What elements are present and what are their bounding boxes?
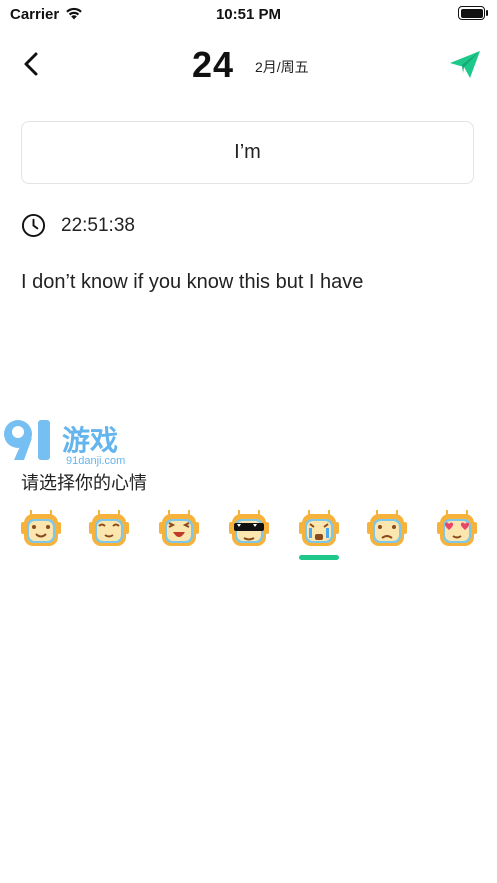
title-input[interactable] (22, 140, 473, 165)
watermark-logo: 游戏 91danji.com (4, 420, 125, 467)
cool-robot-icon[interactable] (228, 508, 270, 550)
back-chevron-icon[interactable] (18, 50, 46, 78)
day-number: 24 (192, 44, 235, 85)
sad-robot-icon[interactable] (366, 508, 408, 550)
watermark-main-text: 游戏 (62, 424, 118, 457)
battery-icon (458, 6, 488, 20)
entry-time: 22:51:38 (61, 215, 135, 236)
title-field[interactable] (21, 121, 474, 184)
status-bar: Carrier 10:51 PM (0, 0, 497, 30)
clock-icon (21, 213, 46, 238)
laugh-robot-icon[interactable] (158, 508, 200, 550)
mood-label: 请选择你的心情 (21, 473, 147, 493)
entry-body-text[interactable]: I don’t know if you know this but I have (21, 271, 363, 294)
mood-selector (0, 508, 497, 568)
content-robot-icon[interactable] (88, 508, 130, 550)
month-weekday: 2月/周五 (255, 59, 309, 75)
watermark-sub-text: 91danji.com (66, 455, 125, 467)
send-icon[interactable] (448, 48, 482, 82)
smile-robot-icon[interactable] (20, 508, 62, 550)
status-time: 10:51 PM (215, 6, 282, 23)
mood-selected-indicator (299, 555, 339, 560)
cry-robot-icon[interactable] (298, 508, 340, 550)
love-robot-icon[interactable] (436, 508, 478, 550)
